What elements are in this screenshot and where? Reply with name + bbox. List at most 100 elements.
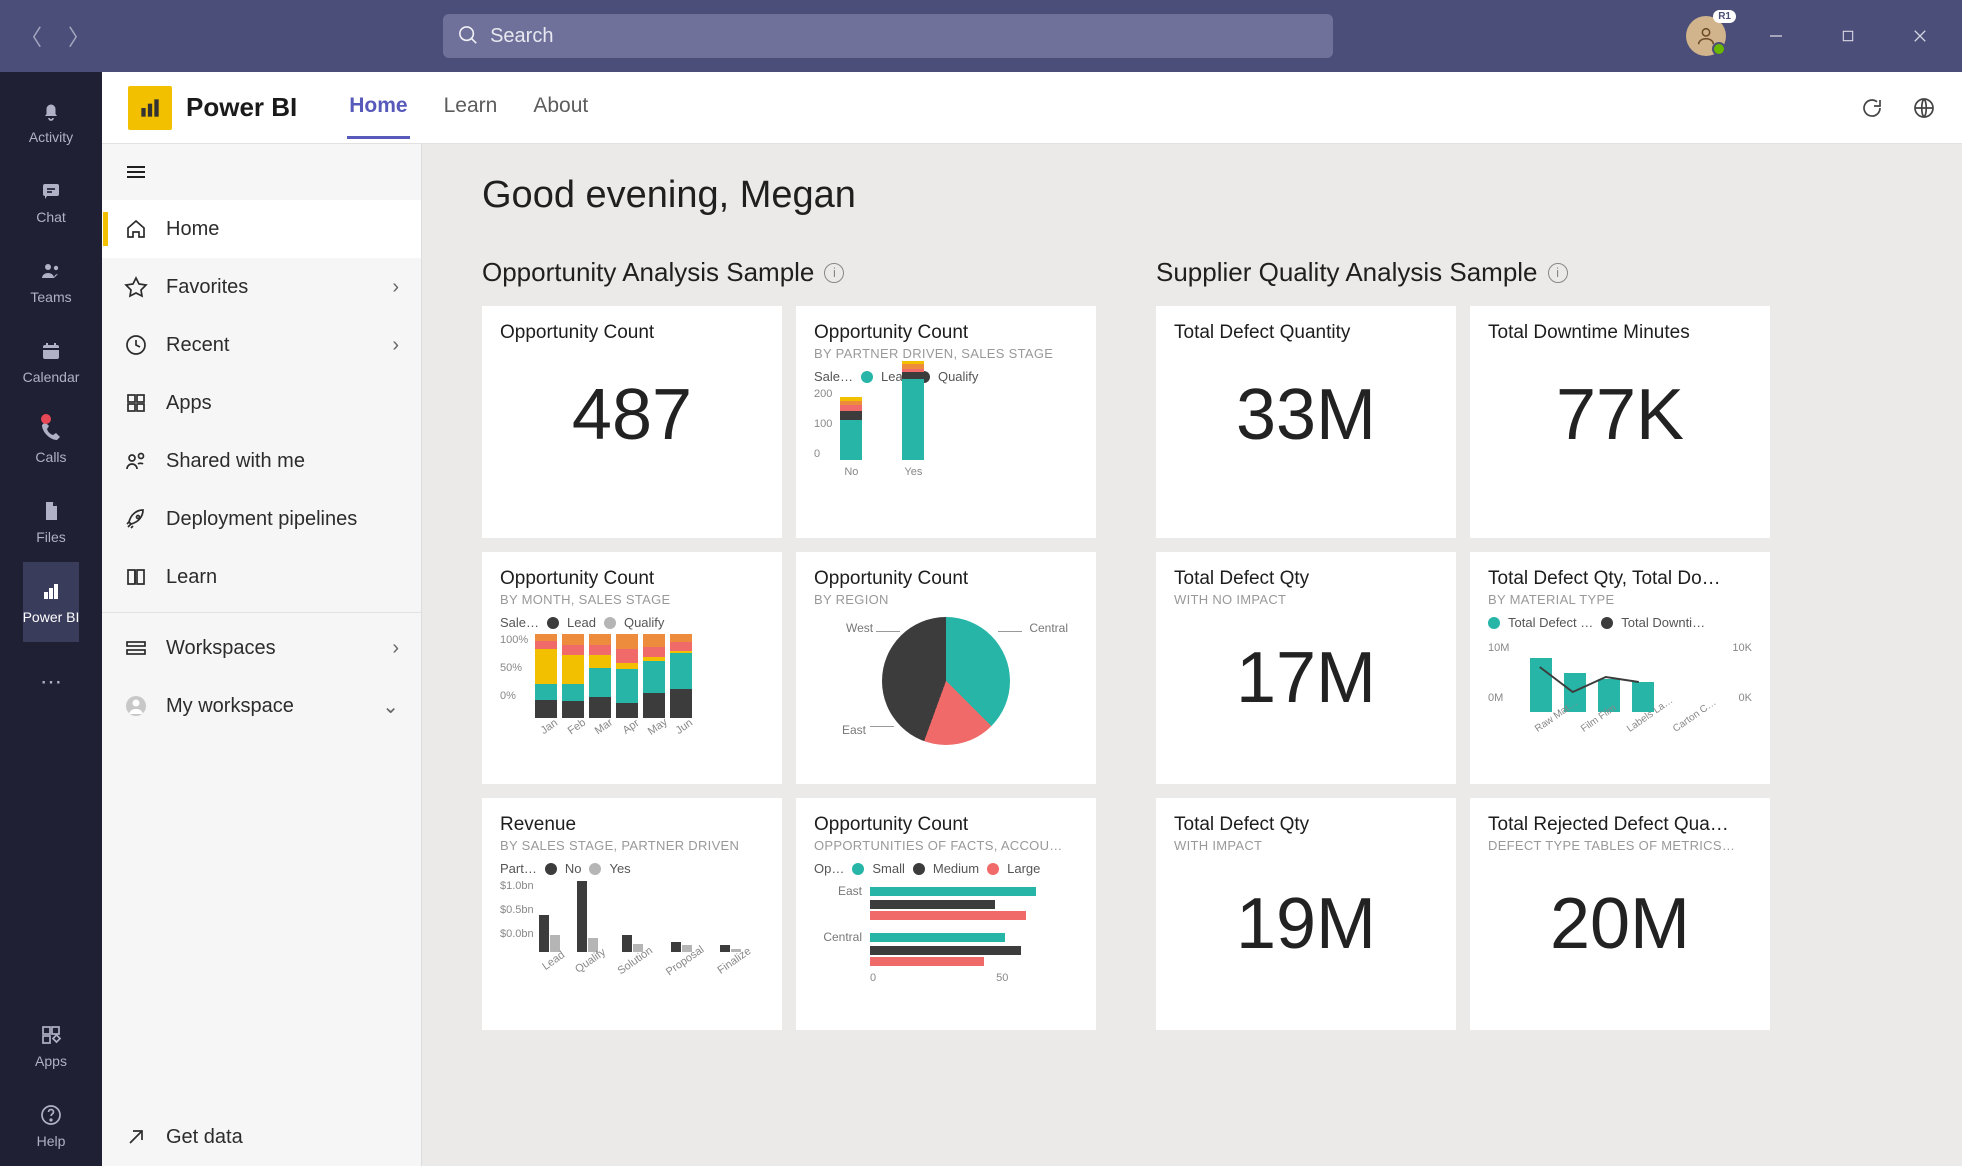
rail-chat[interactable]: Chat: [23, 162, 80, 242]
minimize-button[interactable]: [1754, 14, 1798, 58]
tile-value: 20M: [1488, 883, 1752, 965]
tile[interactable]: Opportunity CountOPPORTUNITIES OF FACTS,…: [796, 798, 1096, 1030]
grid-icon: [124, 391, 148, 415]
powerbi-icon: [39, 579, 63, 603]
sidebar-get-data[interactable]: Get data: [102, 1108, 421, 1166]
tile[interactable]: Total Defect Qty, Total Do…BY MATERIAL T…: [1470, 552, 1770, 784]
rail-apps[interactable]: Apps: [0, 1006, 102, 1086]
info-icon[interactable]: i: [1548, 263, 1568, 283]
rail-activity[interactable]: Activity: [23, 82, 80, 162]
bell-icon: [39, 99, 63, 123]
tile-legend: Sale…LeadQualify: [500, 615, 764, 630]
tile[interactable]: RevenueBY SALES STAGE, PARTNER DRIVENPar…: [482, 798, 782, 1030]
maximize-button[interactable]: [1826, 14, 1870, 58]
book-icon: [124, 565, 148, 589]
tile-value: 17M: [1174, 637, 1438, 719]
sidebar-item-label: Workspaces: [166, 637, 276, 660]
rail-more[interactable]: ⋯: [0, 642, 102, 722]
tile[interactable]: Opportunity CountBY PARTNER DRIVEN, SALE…: [796, 306, 1096, 538]
tab-home[interactable]: Home: [347, 76, 409, 139]
hamburger-button[interactable]: [102, 144, 421, 200]
sidebar: Home Favorites › Recent›AppsShared with me D…: [102, 144, 422, 1166]
sidebar-item-shared-with-me[interactable]: Shared with me: [102, 432, 421, 490]
rail-calls[interactable]: Calls: [23, 402, 80, 482]
chat-icon: [39, 179, 63, 203]
tile-title: Opportunity Count: [814, 568, 1078, 590]
tile-title: Opportunity Count: [500, 568, 764, 590]
sidebar-item-recent[interactable]: Recent›: [102, 316, 421, 374]
appstore-icon: [39, 1023, 63, 1047]
sidebar-item-learn[interactable]: Learn: [102, 548, 421, 606]
tile-chart: EastCentral050: [814, 876, 1078, 1014]
search-input[interactable]: [490, 25, 1319, 48]
tile-chart: 10M0M10K0KRaw Mat…Film FilmLabels La…Car…: [1488, 630, 1752, 768]
arrow-out-icon: [124, 1125, 148, 1149]
tile[interactable]: Opportunity Count BY MONTH, SALES STAGE Sa…: [482, 552, 782, 784]
tile-legend: Part…NoYes: [500, 861, 764, 876]
sidebar-item-apps[interactable]: Apps: [102, 374, 421, 432]
rail-teams[interactable]: Teams: [23, 242, 80, 322]
tile[interactable]: Opportunity Count 487: [482, 306, 782, 538]
tab-about[interactable]: About: [531, 76, 590, 139]
tile[interactable]: Opportunity CountBY REGIONWestCentralEas…: [796, 552, 1096, 784]
tile[interactable]: Total Defect QtyWITH IMPACT19M: [1156, 798, 1456, 1030]
presence-icon: [1712, 42, 1726, 56]
tile-subtitle: DEFECT TYPE TABLES OF METRICS…: [1488, 838, 1752, 853]
close-button[interactable]: [1898, 14, 1942, 58]
tile-subtitle: WITH NO IMPACT: [1174, 592, 1438, 607]
tile-subtitle: BY MONTH, SALES STAGE: [500, 592, 764, 607]
info-icon[interactable]: i: [824, 263, 844, 283]
teams-icon: [39, 259, 63, 283]
tile-title: Total Defect Quantity: [1174, 322, 1438, 344]
tile-value: 487: [500, 374, 764, 456]
sidebar-item-my-workspace[interactable]: My workspace ⌄: [102, 677, 421, 735]
tile-subtitle: BY REGION: [814, 592, 1078, 607]
workspaces-icon: [124, 636, 148, 660]
search-icon: [457, 24, 480, 48]
tile-title: Total Rejected Defect Qua…: [1488, 814, 1752, 836]
sidebar-item-deployment-pipelines[interactable]: Deployment pipelines: [102, 490, 421, 548]
tile-title: Revenue: [500, 814, 764, 836]
nav-forward-icon[interactable]: 〉: [68, 20, 90, 52]
globe-icon[interactable]: [1912, 96, 1936, 120]
rail-power-bi[interactable]: Power BI: [23, 562, 80, 642]
search-box[interactable]: [443, 14, 1333, 58]
sidebar-item-favorites[interactable]: Favorites ›: [102, 258, 421, 316]
section-opportunity: Opportunity Analysis Sample i Opportunit…: [482, 257, 1096, 1030]
sidebar-item-workspaces[interactable]: Workspaces›: [102, 619, 421, 677]
section-supplier: Supplier Quality Analysis Sample i Total…: [1156, 257, 1770, 1030]
section-title: Opportunity Analysis Sample: [482, 257, 814, 288]
tile[interactable]: Total Defect Quantity33M: [1156, 306, 1456, 538]
canvas: Good evening, Megan Opportunity Analysis…: [422, 144, 1962, 1166]
tile-legend: Sale…LeadQualify: [814, 369, 1078, 384]
rail-files[interactable]: Files: [23, 482, 80, 562]
tile-subtitle: BY PARTNER DRIVEN, SALES STAGE: [814, 346, 1078, 361]
powerbi-logo-icon: [128, 86, 172, 130]
sidebar-item-home[interactable]: Home: [102, 200, 421, 258]
nav-back-icon[interactable]: 〈: [20, 20, 42, 52]
tile[interactable]: Total Defect Qty WITH NO IMPACT 17M: [1156, 552, 1456, 784]
tile-title: Opportunity Count: [500, 322, 764, 344]
greeting: Good evening, Megan: [482, 174, 1902, 217]
tile[interactable]: Total Rejected Defect Qua… DEFECT TYPE TA…: [1470, 798, 1770, 1030]
sidebar-item-label: Favorites: [166, 276, 248, 299]
tab-learn[interactable]: Learn: [442, 76, 500, 139]
chevron-right-icon: ›: [392, 276, 399, 299]
sidebar-item-label: Deployment pipelines: [166, 508, 357, 531]
sidebar-item-label: My workspace: [166, 695, 294, 718]
calendar-icon: [39, 339, 63, 363]
chevron-down-icon: ⌄: [382, 694, 399, 719]
rail-help[interactable]: Help: [0, 1086, 102, 1166]
tile-subtitle: OPPORTUNITIES OF FACTS, ACCOU…: [814, 838, 1078, 853]
tile[interactable]: Total Downtime Minutes77K: [1470, 306, 1770, 538]
tile-title: Total Defect Qty: [1174, 568, 1438, 590]
tile-subtitle: WITH IMPACT: [1174, 838, 1438, 853]
refresh-icon[interactable]: [1860, 96, 1884, 120]
rail-calendar[interactable]: Calendar: [23, 322, 80, 402]
person-icon: [124, 694, 148, 718]
brand-name: Power BI: [186, 92, 297, 123]
tile-value: 19M: [1174, 883, 1438, 965]
avatar[interactable]: R1: [1686, 16, 1726, 56]
tile-legend: Op…SmallMediumLarge: [814, 861, 1078, 876]
file-icon: [39, 499, 63, 523]
